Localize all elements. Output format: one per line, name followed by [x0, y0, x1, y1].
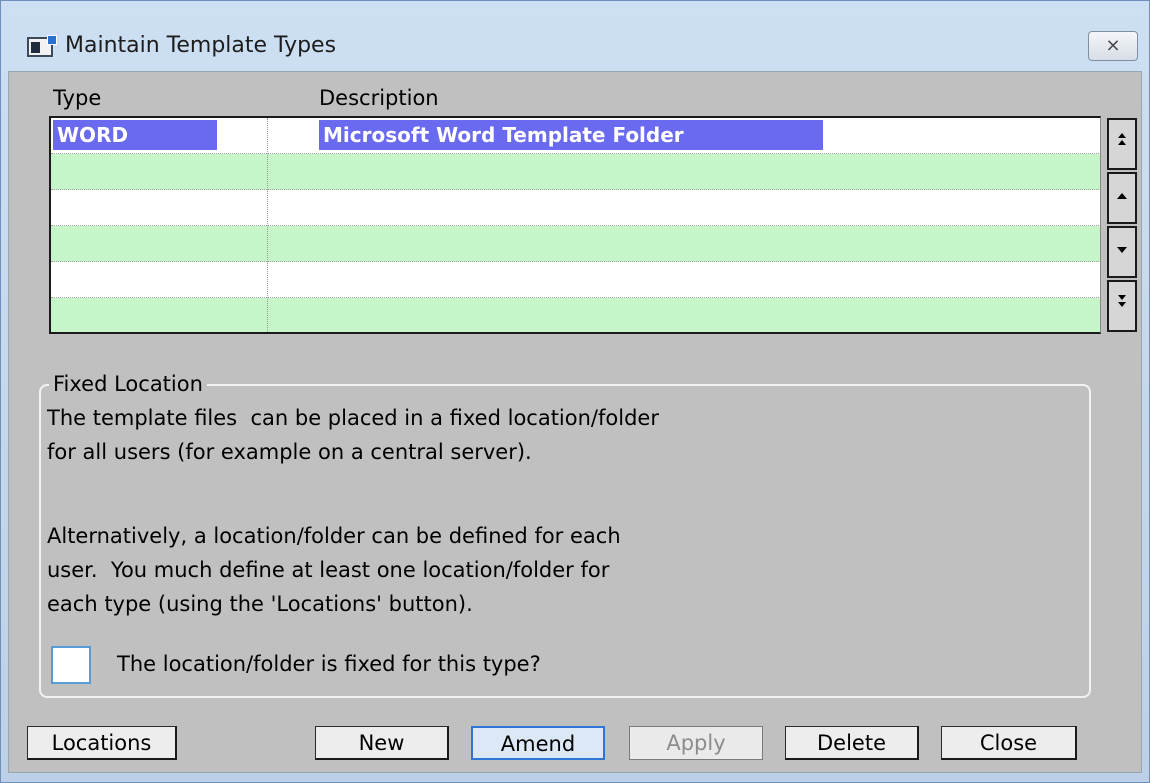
window-title: Maintain Template Types: [65, 33, 337, 58]
cell-type[interactable]: WORD: [53, 120, 217, 150]
close-button[interactable]: Close: [941, 726, 1077, 760]
dialog-window: Maintain Template Types ⨯ Type Descripti…: [0, 0, 1150, 783]
fixed-location-legend: Fixed Location: [49, 372, 207, 396]
column-header-type: Type: [53, 86, 102, 110]
info-text-line: The template files can be placed in a fi…: [47, 406, 659, 430]
scroll-top-icon: [1118, 133, 1126, 145]
scroll-up-button[interactable]: [1107, 172, 1137, 224]
info-text-line: each type (using the 'Locations' button)…: [47, 592, 473, 616]
scroll-down-button[interactable]: [1107, 226, 1137, 278]
table-row[interactable]: [51, 262, 1100, 298]
column-divider: [267, 118, 268, 332]
dialog-body: Type Description WORD Microsoft Word Tem…: [8, 71, 1142, 773]
new-button[interactable]: New: [315, 726, 449, 760]
title-bar: Maintain Template Types ⨯: [1, 1, 1149, 71]
cell-description[interactable]: Microsoft Word Template Folder: [319, 120, 823, 150]
info-text-line: user. You much define at least one locat…: [47, 558, 610, 582]
delete-button[interactable]: Delete: [785, 726, 919, 760]
locations-button[interactable]: Locations: [27, 726, 177, 760]
info-text-line: Alternatively, a location/folder can be …: [47, 524, 621, 548]
table-row[interactable]: [51, 298, 1100, 332]
scroll-down-icon: [1117, 247, 1127, 253]
apply-button: Apply: [629, 726, 763, 760]
fixed-location-checkbox-label: The location/folder is fixed for this ty…: [117, 652, 541, 676]
table-row[interactable]: WORD Microsoft Word Template Folder: [51, 118, 1100, 154]
scroll-up-icon: [1117, 193, 1127, 199]
app-icon: [27, 35, 57, 57]
fixed-location-checkbox[interactable]: [51, 646, 91, 684]
scroll-bottom-icon: [1118, 295, 1126, 307]
table-row[interactable]: [51, 190, 1100, 226]
info-text-line: for all users (for example on a central …: [47, 440, 532, 464]
amend-button[interactable]: Amend: [471, 726, 605, 760]
scroll-bottom-button[interactable]: [1107, 280, 1137, 332]
table-row[interactable]: [51, 154, 1100, 190]
close-icon[interactable]: ⨯: [1088, 31, 1138, 61]
column-header-description: Description: [319, 86, 439, 110]
scroll-top-button[interactable]: [1107, 118, 1137, 170]
table-row[interactable]: [51, 226, 1100, 262]
template-types-grid[interactable]: WORD Microsoft Word Template Folder: [49, 116, 1101, 334]
